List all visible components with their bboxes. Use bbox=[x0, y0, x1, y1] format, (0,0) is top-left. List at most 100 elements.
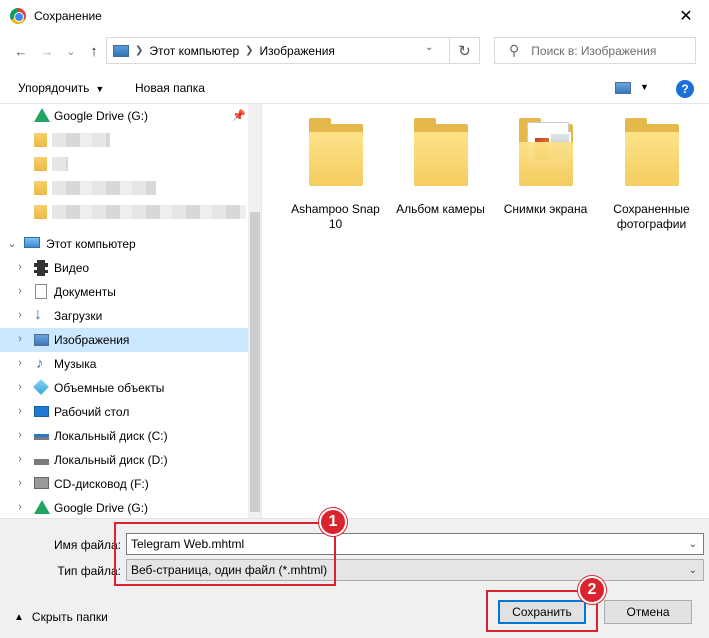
documents-icon bbox=[35, 284, 47, 299]
folder-icon bbox=[308, 118, 363, 186]
close-icon[interactable]: ✕ bbox=[663, 0, 709, 32]
chevron-right-icon[interactable]: › bbox=[14, 477, 26, 489]
chevron-down-icon[interactable]: ⌄ bbox=[689, 539, 697, 550]
tree-item-cd-drive[interactable]: › CD-дисковод (F:) bbox=[0, 472, 248, 496]
hide-folders-label: Скрыть папки bbox=[31, 610, 108, 624]
chevron-down-icon[interactable]: ⌄ bbox=[6, 237, 18, 250]
chevron-right-icon[interactable]: › bbox=[14, 453, 26, 465]
tree-item-label: Документы bbox=[54, 285, 116, 299]
organize-label: Упорядочить bbox=[18, 81, 90, 95]
chevron-right-icon[interactable]: › bbox=[14, 501, 26, 513]
breadcrumb-computer[interactable]: Этот компьютер bbox=[149, 44, 239, 58]
google-drive-icon bbox=[34, 108, 50, 122]
tree-item-google-drive[interactable]: › Google Drive (G:) bbox=[0, 496, 248, 518]
folder-label: Сохраненные фотографии bbox=[613, 202, 690, 231]
cancel-button[interactable]: Отмена bbox=[604, 600, 692, 624]
chevron-right-icon: ❯ bbox=[135, 45, 144, 56]
folder-item[interactable]: Снимки экрана bbox=[493, 118, 598, 217]
folder-icon bbox=[34, 205, 47, 219]
google-drive-icon bbox=[34, 500, 50, 514]
drive-icon bbox=[34, 434, 49, 440]
organize-button[interactable]: Упорядочить ▼ bbox=[18, 81, 104, 95]
folder-item[interactable]: Сохраненные фотографии bbox=[599, 118, 704, 232]
file-list: Ashampoo Snap 10 Альбом камеры Снимки эк… bbox=[263, 104, 709, 518]
folder-item[interactable]: Альбом камеры bbox=[388, 118, 493, 217]
tree-item-music[interactable]: › ♪ Музыка bbox=[0, 352, 248, 376]
tree-item-label: Локальный диск (C:) bbox=[54, 429, 168, 443]
hide-folders-button[interactable]: ▲ Скрыть папки bbox=[14, 610, 108, 624]
folder-item[interactable]: Ashampoo Snap 10 bbox=[283, 118, 388, 232]
recent-locations-icon[interactable]: ⌄ bbox=[62, 42, 80, 60]
music-icon: ♪ bbox=[36, 355, 44, 372]
chevron-right-icon[interactable]: › bbox=[14, 309, 26, 321]
desktop-icon bbox=[34, 406, 49, 417]
annotation-highlight-1 bbox=[114, 522, 336, 586]
tree-item-label: Объемные объекты bbox=[54, 381, 165, 395]
redacted-label bbox=[52, 157, 68, 171]
chevron-down-icon[interactable]: ⌄ bbox=[425, 42, 433, 53]
pictures-icon bbox=[113, 44, 129, 57]
redacted-label bbox=[52, 205, 246, 219]
tree-item-hidden-4[interactable] bbox=[0, 200, 248, 224]
help-button[interactable]: ? bbox=[676, 80, 694, 98]
navigation-row: ← → ⌄ ↑ ❯ Этот компьютер ❯ Изображения ⌄… bbox=[0, 32, 709, 70]
tree-item-hidden-3[interactable] bbox=[0, 176, 248, 200]
tree-item-3d-objects[interactable]: › Объемные объекты bbox=[0, 376, 248, 400]
chevron-right-icon[interactable]: › bbox=[14, 429, 26, 441]
chrome-icon bbox=[10, 7, 26, 24]
breadcrumb-pictures[interactable]: Изображения bbox=[260, 44, 335, 58]
caret-down-icon: ▼ bbox=[95, 84, 105, 94]
chevron-down-icon[interactable]: ⌄ bbox=[689, 565, 697, 576]
save-form: Имя файла: Telegram Web.mhtml ⌄ Тип файл… bbox=[0, 518, 709, 638]
tree-item-hidden-1[interactable] bbox=[0, 128, 248, 152]
tree-item-downloads[interactable]: › ↓ Загрузки bbox=[0, 304, 248, 328]
pictures-icon bbox=[34, 334, 49, 346]
pin-icon[interactable]: 📌 bbox=[232, 109, 246, 122]
address-bar[interactable]: ❯ Этот компьютер ❯ Изображения bbox=[106, 37, 450, 64]
folder-icon bbox=[34, 157, 47, 171]
caret-up-icon: ▲ bbox=[14, 611, 24, 623]
chevron-right-icon[interactable]: › bbox=[14, 333, 26, 345]
tree-item-label: Этот компьютер bbox=[46, 237, 136, 251]
chevron-right-icon: ❯ bbox=[245, 45, 254, 56]
refresh-icon[interactable]: ↻ bbox=[450, 37, 480, 64]
caret-down-icon[interactable]: ▼ bbox=[640, 82, 649, 92]
3d-objects-icon bbox=[33, 379, 49, 395]
video-icon bbox=[34, 260, 48, 276]
tree-item-hidden-2[interactable] bbox=[0, 152, 248, 176]
folder-icon bbox=[34, 181, 47, 195]
chevron-right-icon[interactable]: › bbox=[14, 261, 26, 273]
computer-icon bbox=[24, 237, 40, 248]
tree-item-desktop[interactable]: › Рабочий стол bbox=[0, 400, 248, 424]
annotation-badge-2: 2 bbox=[578, 576, 606, 604]
tree-item-this-pc[interactable]: ⌄ Этот компьютер bbox=[0, 232, 248, 256]
tree-item-drive-c[interactable]: › Локальный диск (C:) bbox=[0, 424, 248, 448]
chevron-right-icon[interactable]: › bbox=[14, 285, 26, 297]
folder-icon bbox=[413, 118, 468, 186]
annotation-badge-1: 1 bbox=[319, 508, 347, 536]
tree-item-label: CD-дисковод (F:) bbox=[54, 477, 149, 491]
chevron-right-icon[interactable]: › bbox=[14, 381, 26, 393]
chevron-right-icon[interactable]: › bbox=[14, 405, 26, 417]
tree-item-label: Загрузки bbox=[54, 309, 103, 323]
tree-item-label: Изображения bbox=[54, 333, 130, 347]
toolbar: Упорядочить ▼ Новая папка ▼ ? bbox=[0, 72, 709, 104]
view-icon[interactable] bbox=[615, 82, 631, 94]
tree-item-pictures[interactable]: › Изображения bbox=[0, 328, 248, 352]
tree-item-drive-d[interactable]: › Локальный диск (D:) bbox=[0, 448, 248, 472]
tree-item-google-drive-quick[interactable]: Google Drive (G:) 📌 bbox=[0, 104, 248, 128]
search-input[interactable]: ⚲ Поиск в: Изображения bbox=[494, 37, 696, 64]
forward-arrow-icon[interactable]: → bbox=[38, 42, 56, 60]
scrollbar-thumb[interactable] bbox=[250, 212, 260, 512]
back-arrow-icon[interactable]: ← bbox=[12, 42, 30, 60]
redacted-label bbox=[52, 181, 156, 195]
chevron-right-icon[interactable]: › bbox=[14, 357, 26, 369]
search-icon: ⚲ bbox=[509, 42, 520, 58]
up-arrow-icon[interactable]: ↑ bbox=[85, 42, 103, 60]
tree-item-documents[interactable]: › Документы bbox=[0, 280, 248, 304]
new-folder-button[interactable]: Новая папка bbox=[135, 81, 205, 95]
tree-item-label: Google Drive (G:) bbox=[54, 109, 149, 123]
window-title: Сохранение bbox=[34, 8, 102, 23]
title-bar: Сохранение ✕ bbox=[0, 0, 709, 32]
tree-item-video[interactable]: › Видео bbox=[0, 256, 248, 280]
